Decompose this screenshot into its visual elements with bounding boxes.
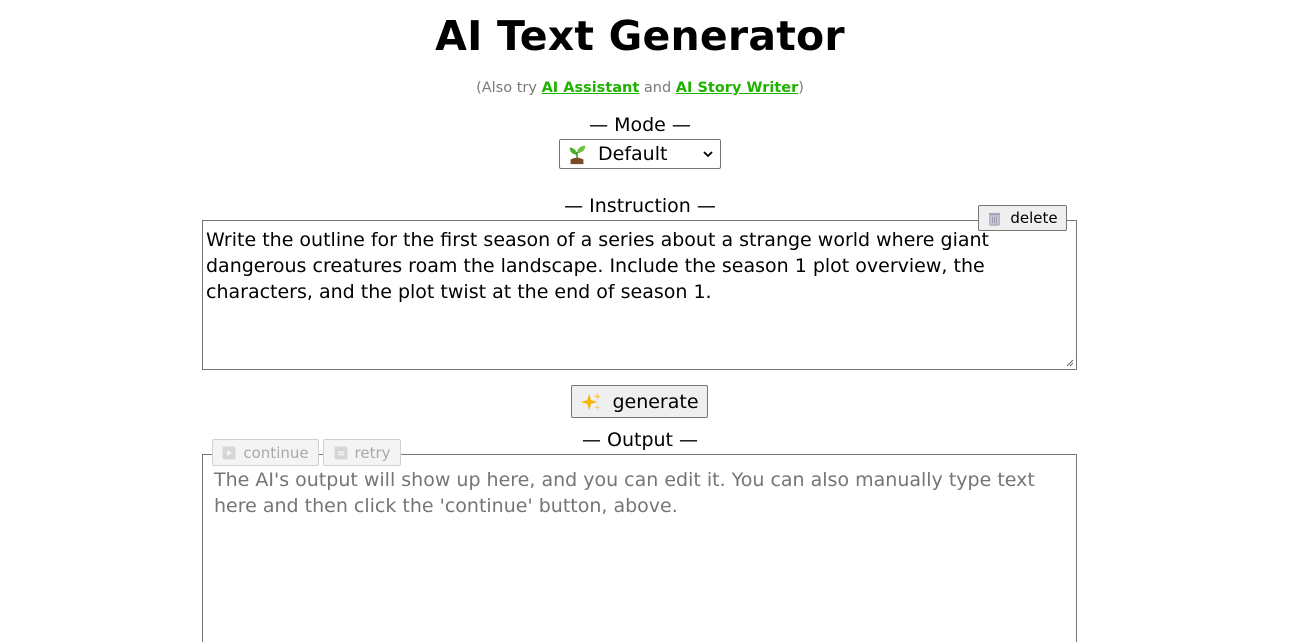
play-icon bbox=[222, 446, 236, 459]
chevron-down-icon bbox=[703, 151, 713, 158]
delete-label: delete bbox=[1010, 209, 1058, 227]
instruction-label: — Instruction — bbox=[564, 195, 716, 217]
instruction-input[interactable]: Write the outline for the first season o… bbox=[202, 220, 1077, 370]
continue-button[interactable]: continue bbox=[212, 439, 319, 466]
retry-label: retry bbox=[354, 443, 391, 462]
delete-button[interactable]: delete bbox=[978, 205, 1067, 231]
mode-select[interactable]: Default bbox=[559, 139, 721, 169]
generate-button[interactable]: generate bbox=[571, 385, 708, 418]
mode-label: — Mode — bbox=[589, 114, 691, 136]
retry-icon bbox=[334, 446, 347, 459]
output-label: — Output — bbox=[581, 429, 699, 451]
subtitle-suffix: ) bbox=[798, 80, 804, 96]
instruction-text: Write the outline for the first season o… bbox=[206, 229, 989, 303]
page-title: AI Text Generator bbox=[435, 12, 845, 60]
continue-label: continue bbox=[243, 443, 309, 462]
retry-button[interactable]: retry bbox=[323, 439, 401, 466]
page: AI Text Generator (Also try AI Assistant… bbox=[0, 0, 1289, 642]
subtitle-prefix: (Also try bbox=[476, 80, 542, 96]
ai-assistant-link[interactable]: AI Assistant bbox=[542, 80, 640, 96]
subtitle-and: and bbox=[639, 80, 676, 96]
generate-label: generate bbox=[612, 390, 699, 413]
sparkles-icon bbox=[581, 392, 602, 410]
resize-grip-icon[interactable] bbox=[1064, 357, 1074, 367]
output-textarea[interactable]: The AI's output will show up here, and y… bbox=[202, 454, 1077, 642]
subtitle: (Also try AI Assistant and AI Story Writ… bbox=[0, 80, 1280, 96]
trash-icon bbox=[989, 212, 1001, 225]
output-placeholder: The AI's output will show up here, and y… bbox=[214, 469, 1035, 517]
sprout-icon bbox=[569, 145, 586, 165]
mode-selected-value: Default bbox=[598, 143, 668, 165]
ai-story-writer-link[interactable]: AI Story Writer bbox=[676, 80, 798, 96]
